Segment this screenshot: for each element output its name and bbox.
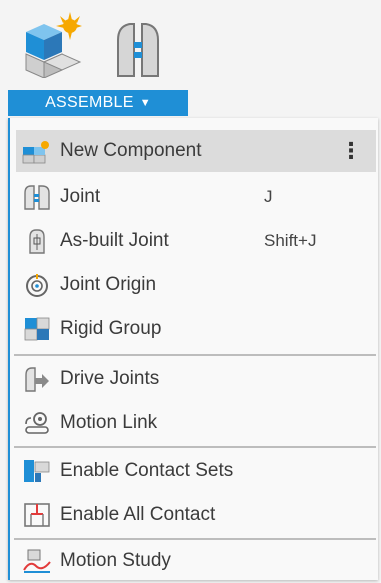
menu-item-label: Joint Origin bbox=[60, 274, 157, 295]
more-options-icon[interactable]: ⋮ bbox=[340, 138, 362, 164]
joint-large-icon[interactable] bbox=[108, 18, 168, 85]
menu-item-new-component[interactable]: New Component ⋮ bbox=[16, 130, 376, 172]
menu-item-label: Rigid Group bbox=[60, 318, 162, 339]
menu-item-label: Motion Link bbox=[60, 412, 158, 433]
menu-item-joint[interactable]: Joint J bbox=[16, 176, 376, 218]
enable-contact-sets-icon bbox=[20, 457, 54, 485]
menu-item-drive-joints[interactable]: Drive Joints bbox=[16, 358, 376, 400]
joint-icon bbox=[20, 183, 54, 211]
caret-down-icon: ▼ bbox=[139, 97, 151, 109]
motion-link-icon bbox=[20, 409, 54, 437]
menu-item-enable-all-contact[interactable]: Enable All Contact bbox=[16, 494, 376, 536]
menu-item-motion-link[interactable]: Motion Link bbox=[16, 402, 376, 444]
new-component-large-icon[interactable] bbox=[22, 12, 82, 83]
rigid-group-icon bbox=[20, 315, 54, 343]
toolbar bbox=[0, 0, 381, 90]
menu-item-as-built-joint[interactable]: As-built Joint Shift+J bbox=[16, 220, 376, 262]
shortcut-label: J bbox=[264, 187, 273, 206]
menu-separator bbox=[14, 446, 376, 448]
motion-study-icon bbox=[20, 547, 54, 575]
menu-item-label: New Component bbox=[60, 140, 202, 161]
menu-item-label: Enable Contact Sets bbox=[60, 460, 234, 481]
assemble-tab-label: ASSEMBLE bbox=[45, 94, 134, 111]
menu-item-label: Drive Joints bbox=[60, 368, 160, 389]
enable-all-contact-icon bbox=[20, 501, 54, 529]
menu-item-rigid-group[interactable]: Rigid Group bbox=[16, 308, 376, 350]
menu-item-motion-study[interactable]: Motion Study bbox=[16, 540, 376, 582]
menu-item-joint-origin[interactable]: Joint Origin bbox=[16, 264, 376, 306]
menu-item-label: Motion Study bbox=[60, 550, 171, 571]
menu-item-label: Joint bbox=[60, 186, 101, 207]
shortcut-label: Shift+J bbox=[264, 231, 317, 250]
assemble-tab[interactable]: ASSEMBLE ▼ bbox=[8, 90, 188, 116]
menu-item-label: Enable All Contact bbox=[60, 504, 216, 525]
drive-joints-icon bbox=[20, 365, 54, 393]
menu-separator bbox=[14, 354, 376, 356]
menu-item-label: As-built Joint bbox=[60, 230, 169, 251]
new-component-icon bbox=[20, 137, 54, 165]
joint-origin-icon bbox=[20, 271, 54, 299]
assemble-dropdown-menu: New Component ⋮ Joint J As-built Joint S… bbox=[8, 118, 378, 580]
as-built-joint-icon bbox=[20, 227, 54, 255]
menu-item-enable-contact-sets[interactable]: Enable Contact Sets bbox=[16, 450, 376, 492]
